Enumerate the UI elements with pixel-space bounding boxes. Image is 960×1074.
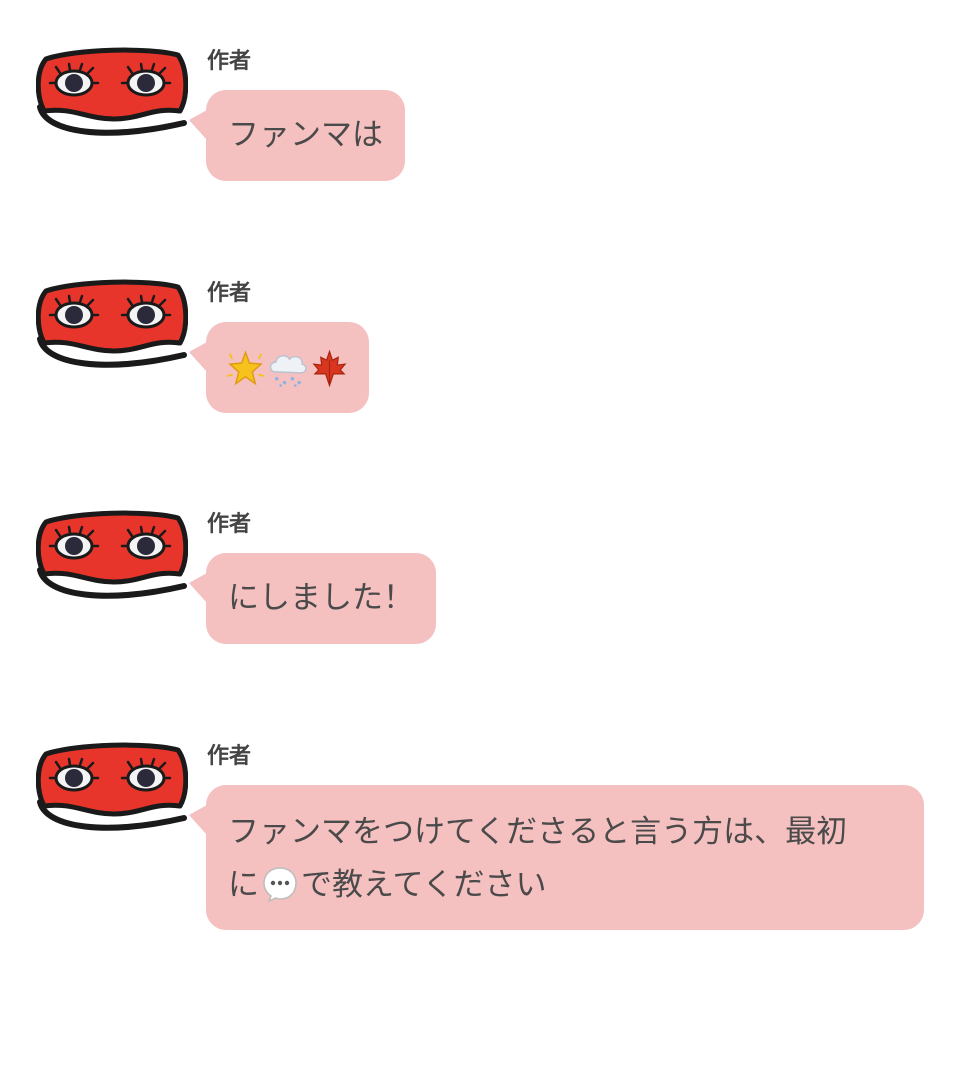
sparkle-star-icon: [226, 349, 265, 385]
message-text-fragment: に: [228, 867, 259, 903]
message-text: ファンマは: [228, 117, 383, 153]
message-bubble: ファンマをつけてくださると言う方は、最初 に で教えてください: [189, 785, 924, 930]
message-text-line: に で教えてください: [228, 859, 902, 912]
author-avatar[interactable]: [36, 277, 188, 372]
author-name: 作者: [207, 281, 252, 306]
author-avatar[interactable]: [36, 45, 188, 140]
author-avatar[interactable]: [36, 740, 188, 835]
maple-leaf-icon: [312, 349, 347, 387]
message-bubble: ファンマは: [189, 90, 405, 181]
message-bubble: [189, 322, 369, 413]
author-name: 作者: [207, 744, 252, 769]
author-name: 作者: [207, 49, 252, 74]
emoji-row: [226, 322, 349, 413]
message-text-line: ファンマをつけてくださると言う方は、最初: [228, 814, 848, 850]
author-name: 作者: [207, 512, 252, 537]
message-bubble: にしました！: [189, 553, 436, 644]
author-avatar[interactable]: [36, 508, 188, 603]
message-text-fragment: で教えてください: [301, 867, 547, 903]
message-text: にしました！: [228, 580, 414, 616]
snow-cloud-icon: [269, 354, 307, 387]
speech-bubble-icon: [263, 866, 297, 902]
